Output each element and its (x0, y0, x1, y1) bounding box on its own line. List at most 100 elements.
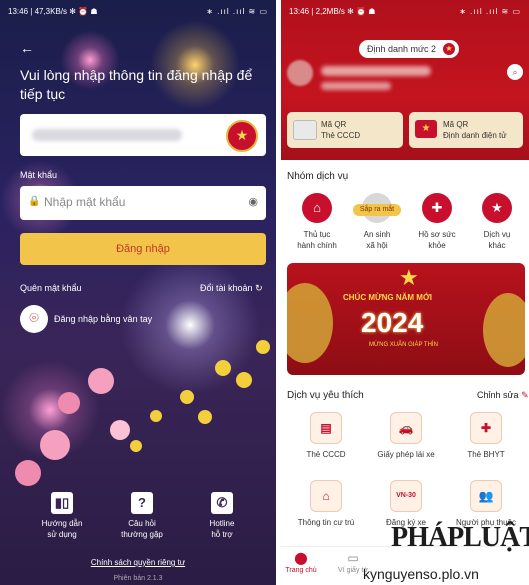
home-icon: ⬤ (294, 551, 308, 565)
search-icon[interactable]: ⌕ (507, 64, 523, 80)
back-arrow-icon[interactable]: ← (20, 40, 34, 56)
privacy-policy-link[interactable]: Chính sách quyền riêng tư (0, 558, 276, 567)
service-health-record[interactable]: ✚ Hồ sơ sức khỏe (409, 193, 465, 251)
fav-dependents[interactable]: 👥 Người phụ thuộc (453, 480, 519, 527)
blossom-decoration (58, 392, 80, 414)
building-icon: ⌂ (302, 193, 332, 223)
blossom-decoration (15, 460, 41, 486)
avatar[interactable] (287, 60, 313, 86)
masked-username (32, 129, 182, 141)
qr-cccd-line1: Mã QR (321, 120, 347, 129)
id-card-icon: ▤ (310, 412, 342, 444)
fingerprint-icon[interactable]: ⌾ (20, 305, 48, 333)
dragon-left-decoration (287, 283, 333, 363)
service-group-title: Nhóm dịch vụ (287, 171, 349, 182)
lock-icon: 🔒 (28, 196, 41, 207)
star-icon: ★ (399, 265, 419, 290)
login-screen: 13:46 | 47,3KB/s ✻ ⏰ ☗ ∗ .ııl .ııl ≋ ▭ ←… (0, 0, 276, 585)
hotline-button[interactable]: ✆ Hotline hỗ trợ (192, 492, 252, 540)
password-field[interactable]: 🔒 Nhập mật khẩu ◉ (20, 186, 266, 220)
star-icon: ★ (443, 43, 455, 55)
police-emblem-icon: ★ (226, 120, 258, 152)
banner-greeting: CHÚC MỪNG NĂM MỚI (343, 293, 433, 302)
status-bar: 13:46 | 47,3KB/s ✻ ⏰ ☗ ∗ .ııl .ııl ≋ ▭ (8, 6, 268, 16)
service-social-security[interactable]: An sinh xã hội (349, 193, 405, 251)
coming-soon-badge: Sắp ra mắt (353, 204, 401, 216)
star-icon: ★ (482, 193, 512, 223)
blossom-decoration (110, 420, 130, 440)
wallet-icon: ▭ (347, 551, 359, 565)
hotline-label: Hotline hỗ trợ (209, 519, 235, 539)
watermark-site: kynguyenso.plo.vn (363, 566, 479, 582)
status-time: 13:46 (8, 6, 29, 16)
blossom-decoration (215, 360, 231, 376)
faq-button[interactable]: ? Câu hỏi thường gặp (112, 492, 172, 540)
qr-eid-line2: Định danh điện tử (443, 131, 507, 140)
password-label: Mật khẩu (20, 170, 58, 180)
phone-icon: ✆ (211, 492, 233, 514)
fav-citizen-id[interactable]: ▤ Thẻ CCCD (293, 412, 359, 459)
qr-eid-line1: Mã QR (443, 120, 469, 129)
banner-year: 2024 (361, 307, 424, 338)
qr-eid-card[interactable]: ★ Mã QR Định danh điện tử (409, 112, 523, 148)
pencil-icon: ✎ (521, 390, 529, 400)
masked-user-name (321, 66, 431, 76)
license-plate-icon: VN-30 (390, 480, 422, 512)
username-field[interactable]: ★ (20, 114, 266, 156)
people-icon: 👥 (470, 480, 502, 512)
new-year-banner[interactable]: ★ CHÚC MỪNG NĂM MỚI 2024 MỪNG XUÂN GIÁP … (287, 263, 525, 375)
status-time: 13:46 (289, 6, 310, 16)
house-icon: ⌂ (310, 480, 342, 512)
fingerprint-login-label[interactable]: Đăng nhập bằng vân tay (54, 314, 152, 324)
masked-user-id (321, 82, 391, 90)
status-icons: ✻ ⏰ ☗ (69, 6, 98, 16)
status-speed: 2,2MB/s (315, 6, 345, 16)
shield-cross-icon: ✚ (470, 412, 502, 444)
status-bar: 13:46 | 2,2MB/s ✻ ⏰ ☗ ∗ .ııl .ııl ≋ ▭ (289, 6, 521, 16)
blossom-decoration (88, 368, 114, 394)
fav-health-insurance[interactable]: ✚ Thẻ BHYT (453, 412, 519, 459)
id-level-badge[interactable]: Định danh mức 2 ★ (359, 40, 459, 58)
faq-label: Câu hỏi thường gặp (121, 519, 163, 539)
login-button[interactable]: Đăng nhập (20, 233, 266, 265)
edit-favorites-link[interactable]: Chỉnh sửa ✎ (477, 390, 529, 401)
password-placeholder: Nhập mật khẩu (44, 195, 126, 209)
user-guide-button[interactable]: ▮▯ Hướng dẫn sử dụng (32, 492, 92, 540)
user-guide-label: Hướng dẫn sử dụng (41, 519, 83, 539)
book-icon: ▮▯ (51, 492, 73, 514)
status-speed: 47,3KB/s (34, 6, 68, 16)
login-instruction: Vui lòng nhập thông tin đăng nhập để tiế… (20, 67, 253, 102)
blossom-decoration (180, 390, 194, 404)
id-card-icon (293, 120, 317, 140)
eye-off-icon[interactable]: ◉ (248, 195, 258, 208)
blossom-decoration (236, 372, 252, 388)
blossom-decoration (40, 430, 70, 460)
service-other[interactable]: ★ Dịch vụ khác (469, 193, 525, 251)
blossom-decoration (198, 410, 212, 424)
tab-home[interactable]: ⬤ Trang chủ (281, 551, 321, 574)
banner-subtitle: MỪNG XUÂN GIÁP THÌN (369, 342, 438, 348)
health-icon: ✚ (422, 193, 452, 223)
service-administrative[interactable]: ⌂ Thủ tục hành chính (289, 193, 345, 251)
question-icon: ? (131, 492, 153, 514)
car-icon: 🚗 (390, 412, 422, 444)
blossom-decoration (150, 410, 162, 422)
fav-driver-license[interactable]: 🚗 Giấy phép lái xe (373, 412, 439, 459)
switch-account-link[interactable]: Đổi tài khoản ↻ (200, 283, 263, 294)
switch-icon: ↻ (255, 283, 263, 293)
qr-cccd-card[interactable]: Mã QR Thẻ CCCD (287, 112, 403, 148)
dragon-right-decoration (483, 293, 525, 367)
blossom-decoration (256, 340, 270, 354)
favorites-title: Dịch vụ yêu thích (287, 390, 364, 401)
watermark-logo: PHÁPLUẬT (391, 522, 529, 553)
signal-icons: ∗ .ııl .ııl ≋ ▭ (206, 6, 268, 16)
emblem-icon: ★ (415, 120, 437, 138)
home-screen: 13:46 | 2,2MB/s ✻ ⏰ ☗ ∗ .ııl .ııl ≋ ▭ Đị… (281, 0, 529, 585)
app-version: Phiên bản 2.1.3 (113, 575, 163, 582)
signal-icons: ∗ .ııl .ııl ≋ ▭ (459, 6, 521, 16)
blossom-decoration (130, 440, 142, 452)
qr-cccd-line2: Thẻ CCCD (321, 131, 361, 140)
fav-vehicle-registration[interactable]: VN-30 Đăng ký xe (373, 480, 439, 527)
forgot-password-link[interactable]: Quên mật khẩu (20, 283, 82, 293)
fav-residence-info[interactable]: ⌂ Thông tin cư trú (293, 480, 359, 527)
